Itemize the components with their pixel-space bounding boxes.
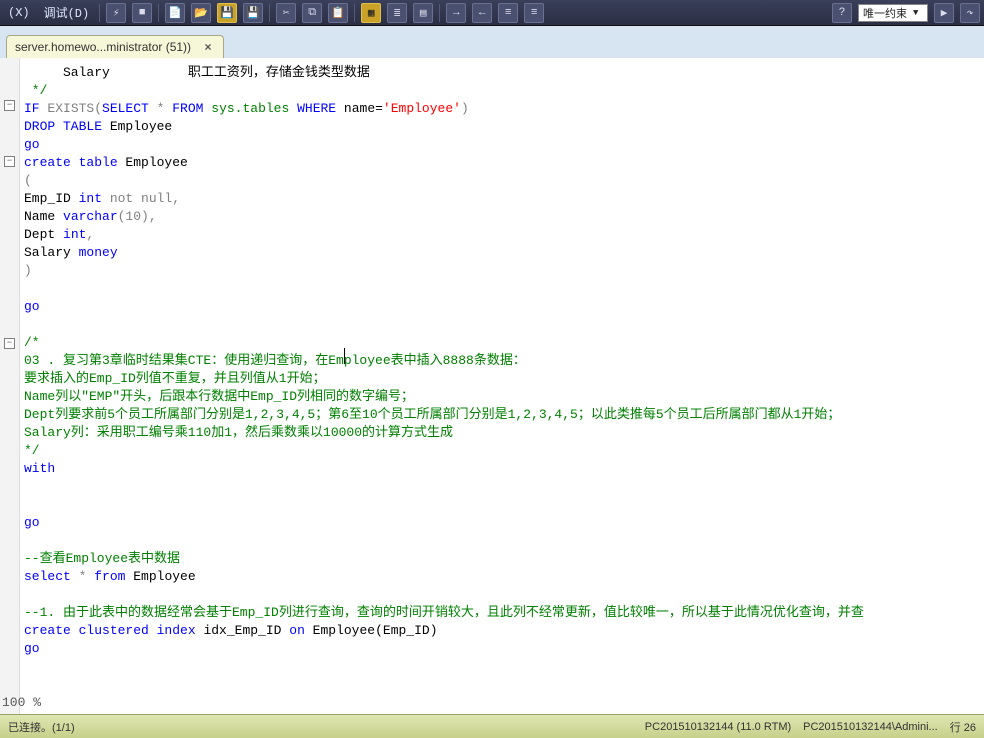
code-text: money [79, 245, 118, 260]
code-text: IF [24, 101, 40, 116]
tab-title: server.homewo...ministrator (51)) [15, 40, 191, 54]
cursor-line: 行 26 [950, 719, 976, 735]
code-text: 'Employee' [383, 101, 461, 116]
code-text: sys.tables [203, 101, 297, 116]
results-text-icon[interactable]: ≣ [387, 3, 407, 23]
code-text: 职工工资列，存储金钱类型数据 [110, 65, 370, 80]
combo-value: 唯一约束 [863, 5, 907, 21]
connect-icon[interactable]: ⚡ [106, 3, 126, 23]
code-text: int [79, 191, 102, 206]
code-text: create table [24, 155, 118, 170]
code-text: ) [24, 263, 32, 278]
fold-toggle-icon[interactable]: − [4, 100, 15, 111]
code-text: Salary [24, 65, 110, 80]
chevron-down-icon: ▼ [913, 8, 918, 18]
code-text: idx_Emp_ID [196, 623, 290, 638]
document-tab[interactable]: server.homewo...ministrator (51)) × [6, 35, 224, 58]
code-text: select [24, 569, 71, 584]
code-text: ( [24, 173, 32, 188]
document-tabstrip: server.homewo...ministrator (51)) × [0, 26, 984, 58]
code-text: EXISTS( [40, 101, 102, 116]
code-text: varchar [63, 209, 118, 224]
fold-toggle-icon[interactable]: − [4, 156, 15, 167]
zoom-level[interactable]: 100 % [2, 694, 41, 712]
code-text: --查看Employee表中数据 [24, 551, 180, 566]
menu-window[interactable]: (X) [4, 6, 34, 20]
code-text: Employee [125, 569, 195, 584]
code-text: Employee [118, 155, 188, 170]
code-text: SELECT [102, 101, 149, 116]
connection-status: 已连接。(1/1) [8, 719, 75, 735]
execute-icon[interactable]: ▶ [934, 3, 954, 23]
copy-icon[interactable]: ⧉ [302, 3, 322, 23]
server-name: PC201510132144 (11.0 RTM) [645, 721, 791, 733]
text-cursor [344, 348, 345, 364]
stop-icon[interactable]: ■ [132, 3, 152, 23]
menu-debug[interactable]: 调试(D) [40, 4, 94, 21]
code-text: create clustered index [24, 623, 196, 638]
code-text: Employee(Emp_ID) [305, 623, 438, 638]
sql-editor[interactable]: − − − Salary 职工工资列，存储金钱类型数据 */ IF EXISTS… [0, 58, 984, 714]
code-text: go [24, 515, 40, 530]
display-results-icon[interactable]: ▦ [361, 3, 381, 23]
toolbar-sep [269, 4, 270, 22]
code-text: Employee [102, 119, 172, 134]
code-text: --1. 由于此表中的数据经常会基于Emp_ID列进行查询，查询的时间开销较大，… [24, 605, 864, 620]
toolbar-sep [99, 4, 100, 22]
code-text: Emp_ID [24, 191, 79, 206]
code-text: Name列以"EMP"开头，后跟本行数据中Emp_ID列相同的数字编号； [24, 389, 414, 404]
close-icon[interactable]: × [201, 40, 215, 54]
toolbar-sep [439, 4, 440, 22]
comment-icon[interactable]: ≡ [498, 3, 518, 23]
help-icon[interactable]: ? [832, 3, 852, 23]
uncomment-icon[interactable]: ≡ [524, 3, 544, 23]
code-text: with [24, 461, 55, 476]
outdent-icon[interactable]: ← [472, 3, 492, 23]
code-text: * [71, 569, 94, 584]
results-file-icon[interactable]: ▤ [413, 3, 433, 23]
code-text: /* [24, 335, 40, 350]
toolbar-sep [354, 4, 355, 22]
code-text: Dept列要求前5个员工所属部门分别是1,2,3,4,5；第6至10个员工所属部… [24, 407, 840, 422]
code-text: * [149, 101, 172, 116]
debug-step-icon[interactable]: ↷ [960, 3, 980, 23]
save-icon[interactable]: 💾 [217, 3, 237, 23]
status-bar: 已连接。(1/1) PC201510132144 (11.0 RTM) PC20… [0, 714, 984, 738]
code-text: from [94, 569, 125, 584]
cut-icon[interactable]: ✂ [276, 3, 296, 23]
code-text: DROP TABLE [24, 119, 102, 134]
indent-icon[interactable]: → [446, 3, 466, 23]
paste-icon[interactable]: 📋 [328, 3, 348, 23]
code-text: Dept [24, 227, 63, 242]
code-text: go [24, 641, 40, 656]
main-toolbar: (X) 调试(D) ⚡ ■ 📄 📂 💾 💾 ✂ ⧉ 📋 ▦ ≣ ▤ → ← ≡ … [0, 0, 984, 26]
open-icon[interactable]: 📂 [191, 3, 211, 23]
toolbar-sep [158, 4, 159, 22]
code-text: ) [461, 101, 469, 116]
code-text: go [24, 299, 40, 314]
code-text: (10), [118, 209, 157, 224]
code-text: not null, [102, 191, 180, 206]
code-text: go [24, 137, 40, 152]
constraint-combo[interactable]: 唯一约束 ▼ [858, 4, 928, 22]
code-text: Salary [24, 245, 79, 260]
code-text: Salary列：采用职工编号乘110加1，然后乘数乘以10000的计算方式生成 [24, 425, 453, 440]
code-text: on [289, 623, 305, 638]
save-all-icon[interactable]: 💾 [243, 3, 263, 23]
code-text: WHERE [297, 101, 336, 116]
code-text: 要求插入的Emp_ID列值不重复，并且列值从1开始； [24, 371, 326, 386]
fold-toggle-icon[interactable]: − [4, 338, 15, 349]
code-text: */ [24, 443, 40, 458]
code-text: FROM [172, 101, 203, 116]
code-text: 03 . 复习第3章临时结果集CTE：使用递归查询，在Employee表中插入8… [24, 353, 526, 368]
code-text: Name [24, 209, 63, 224]
login-user: PC201510132144\Admini... [803, 721, 938, 733]
code-text: int [63, 227, 86, 242]
new-query-icon[interactable]: 📄 [165, 3, 185, 23]
editor-gutter: − − − [0, 58, 20, 714]
code-text: name= [336, 101, 383, 116]
code-text: , [86, 227, 94, 242]
code-text: */ [24, 83, 47, 98]
